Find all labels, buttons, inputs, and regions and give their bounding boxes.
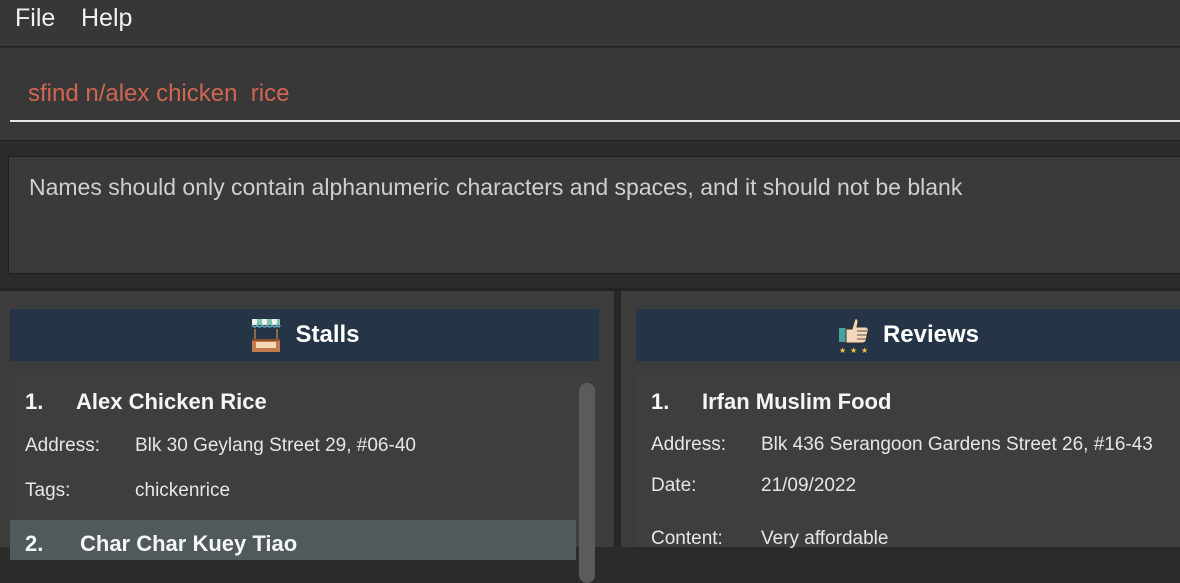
stall-card-1[interactable]: 1. Alex Chicken Rice Address: Blk 30 Gey… xyxy=(10,377,599,520)
svg-text:★: ★ xyxy=(861,346,868,354)
stall-index: 1. xyxy=(25,389,44,414)
review-address-label: Address: xyxy=(651,434,726,455)
stall-tags-label: Tags: xyxy=(25,480,71,501)
stall-name: Alex Chicken Rice xyxy=(76,389,267,414)
stall-list[interactable]: 1. Alex Chicken Rice Address: Blk 30 Gey… xyxy=(10,377,599,583)
menu-help[interactable]: Help xyxy=(81,4,132,33)
stall-tag: chickenrice xyxy=(135,480,231,501)
stalls-panel: Stalls 1. Alex Chicken Rice Address: Blk… xyxy=(0,291,614,583)
reviews-header: ★ ★ ★ Reviews xyxy=(636,309,1180,361)
reviews-panel: ★ ★ ★ Reviews 1. Irfan Muslim Food Addre… xyxy=(621,291,1180,549)
command-text: sfind n/alex chicken rice xyxy=(28,80,290,107)
stall-card-2[interactable]: 2. Char Char Kuey Tiao xyxy=(10,520,576,560)
review-date: 21/09/2022 xyxy=(761,475,857,496)
review-date-label: Date: xyxy=(651,475,697,496)
thumbs-up-icon: ★ ★ ★ xyxy=(838,318,869,354)
stall-icon xyxy=(251,319,282,352)
review-name: Irfan Muslim Food xyxy=(702,389,892,414)
stalls-title: Stalls xyxy=(295,321,360,348)
panel-splitter[interactable] xyxy=(614,291,621,547)
scrollbar-thumb[interactable] xyxy=(579,383,595,583)
svg-text:★: ★ xyxy=(850,346,857,354)
svg-text:★: ★ xyxy=(839,346,846,354)
result-message: Names should only contain alphanumeric c… xyxy=(29,174,963,200)
stall-list-scrollbar[interactable] xyxy=(579,383,595,583)
reviews-title: Reviews xyxy=(882,321,980,348)
stalls-header: Stalls xyxy=(10,309,599,361)
menu-file[interactable]: File xyxy=(15,4,55,33)
review-index: 1. xyxy=(651,389,670,414)
stall-address: Blk 30 Geylang Street 29, #06-40 xyxy=(135,435,416,456)
stall-name: Char Char Kuey Tiao xyxy=(80,531,298,556)
stall-address-label: Address: xyxy=(25,435,100,456)
stall-index: 2. xyxy=(25,531,44,556)
menu-bar: File Help xyxy=(0,0,1180,47)
result-display: Names should only contain alphanumeric c… xyxy=(8,156,1180,274)
review-address: Blk 436 Serangoon Gardens Street 26, #16… xyxy=(761,434,1153,455)
review-card-1[interactable]: 1. Irfan Muslim Food Address: Blk 436 Se… xyxy=(636,377,1180,549)
review-list[interactable]: 1. Irfan Muslim Food Address: Blk 436 Se… xyxy=(636,377,1180,549)
command-input[interactable]: sfind n/alex chicken rice xyxy=(10,72,1180,122)
